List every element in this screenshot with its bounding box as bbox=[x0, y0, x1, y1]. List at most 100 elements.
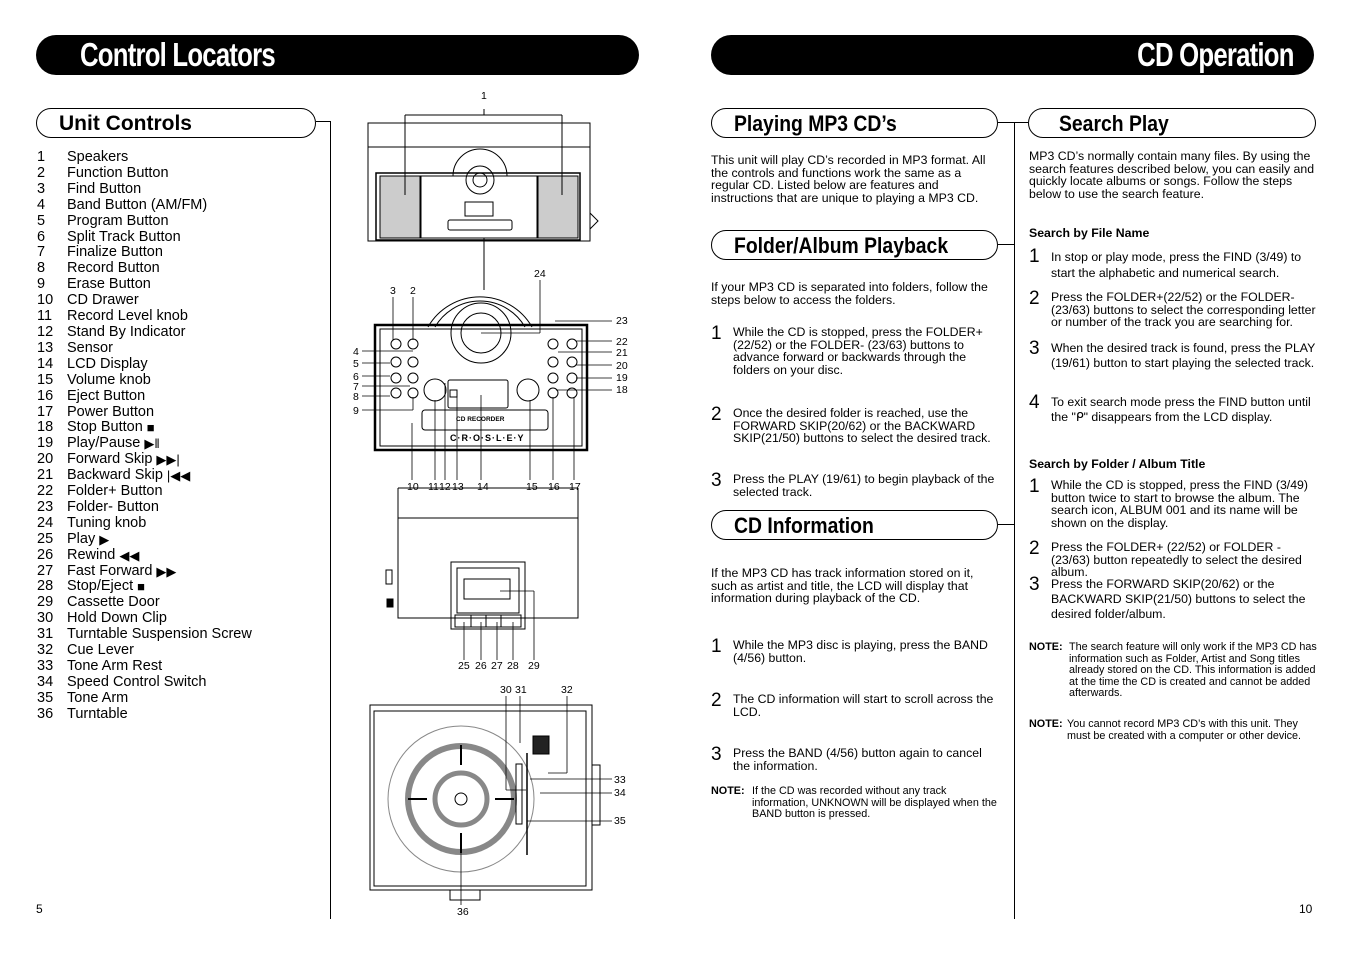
control-number: 33 bbox=[37, 658, 54, 674]
control-number: 28 bbox=[37, 578, 54, 595]
svg-text:5: 5 bbox=[353, 358, 359, 370]
control-number: 21 bbox=[37, 467, 54, 484]
folder-playback-heading: Folder/Album Playback bbox=[711, 230, 998, 260]
control-list-item: 11 Record Level knob bbox=[37, 308, 252, 325]
svg-text:14: 14 bbox=[477, 481, 489, 493]
svg-text:29: 29 bbox=[528, 660, 540, 672]
control-number: 4 bbox=[37, 196, 46, 213]
callout-1: 1 bbox=[481, 90, 487, 102]
control-list-item: 23 Folder- Button bbox=[37, 498, 252, 516]
svg-text:19: 19 bbox=[616, 372, 628, 384]
control-number: 14 bbox=[37, 355, 54, 372]
search-note: NOTE: You cannot record MP3 CD’s with th… bbox=[1029, 718, 1302, 742]
control-number: 11 bbox=[37, 308, 53, 325]
side-callouts: 25 26 27 28 29 bbox=[458, 660, 540, 672]
control-list-item: 24 Tuning knob bbox=[37, 514, 252, 532]
transport-symbol-icon: |◀◀ bbox=[166, 468, 191, 484]
file-search-step: 3 When the desired track is found, press … bbox=[1029, 338, 1316, 370]
control-label: Backward Skip bbox=[67, 467, 163, 484]
drawer-label: CD RECORDER bbox=[456, 416, 505, 423]
control-number: 5 bbox=[37, 212, 46, 229]
control-list: 1 Speakers 2 Function Button 3 Find Button 4 Ba… bbox=[37, 149, 252, 723]
transport-symbol-icon: ■ bbox=[146, 420, 155, 436]
control-list-item: 13 Sensor bbox=[37, 339, 252, 357]
banner-title: Control Locators bbox=[80, 36, 276, 73]
control-label: Band Button (AM/FM) bbox=[67, 196, 208, 213]
front-view-diagram: 1 CD RECORDER C·R·O·S·L·E·Y 32 24 232221… bbox=[353, 90, 628, 918]
control-number: 31 bbox=[37, 626, 54, 643]
folder-step: 1 While the CD is stopped, press the FOLD… bbox=[711, 323, 983, 377]
heading-connector bbox=[316, 121, 331, 122]
svg-text:13: 13 bbox=[452, 481, 464, 493]
control-number: 32 bbox=[37, 642, 54, 659]
control-label: Finalize Button bbox=[67, 244, 163, 261]
transport-symbol-icon: ▶ bbox=[99, 531, 110, 547]
control-list-item: 15 Volume knob bbox=[37, 371, 252, 389]
file-search-step: 4 To exit search mode press the FIND butt… bbox=[1029, 392, 1311, 424]
folder-search-step: 2 Press the FOLDER+ (22/52) or FOLDER - (… bbox=[1029, 538, 1302, 580]
cd-information-intro: If the MP3 CD has track information stor… bbox=[711, 566, 974, 606]
column-divider bbox=[1014, 122, 1015, 919]
section-title: Unit Controls bbox=[59, 112, 192, 135]
control-label: Stop/Eject bbox=[67, 578, 134, 595]
control-list-item: 33 Tone Arm Rest bbox=[37, 658, 252, 675]
control-list-item: 5 Program Button bbox=[37, 212, 252, 230]
control-label: Speakers bbox=[67, 149, 129, 165]
control-number: 6 bbox=[37, 228, 46, 245]
control-list-item: 21 Backward Skip |◀◀ bbox=[37, 467, 252, 484]
svg-text:25: 25 bbox=[458, 660, 470, 672]
control-number: 12 bbox=[37, 323, 54, 340]
control-number: 3 bbox=[37, 180, 46, 197]
control-label: Folder- Button bbox=[67, 498, 159, 515]
control-list-item: 3 Find Button bbox=[37, 180, 252, 198]
brand-logo: C·R·O·S·L·E·Y bbox=[450, 433, 525, 443]
control-list-item: 19 Play/Pause ▶‖ bbox=[37, 435, 252, 452]
control-number: 24 bbox=[37, 514, 54, 531]
svg-text:17: 17 bbox=[569, 481, 581, 493]
control-list-item: 7 Finalize Button bbox=[37, 245, 252, 261]
control-label: Fast Forward bbox=[67, 562, 153, 579]
control-number: 8 bbox=[37, 260, 46, 277]
svg-text:31: 31 bbox=[515, 684, 527, 696]
svg-text:27: 27 bbox=[491, 660, 503, 672]
control-number: 10 bbox=[37, 292, 54, 309]
transport-symbol-icon: ◀◀ bbox=[119, 547, 140, 563]
cd-info-step: 1 While the MP3 disc is playing, press th… bbox=[711, 636, 988, 665]
control-number: 25 bbox=[37, 530, 54, 547]
control-number: 36 bbox=[37, 705, 54, 722]
section-title: Folder/Album Playback bbox=[734, 233, 949, 258]
svg-text:34: 34 bbox=[614, 787, 626, 799]
svg-text:9: 9 bbox=[353, 405, 359, 417]
svg-text:11: 11 bbox=[428, 481, 439, 493]
cd-info-step: 2 The CD information will start to scroll… bbox=[711, 690, 994, 719]
svg-text:3: 3 bbox=[390, 285, 396, 297]
control-number: 13 bbox=[37, 339, 54, 356]
svg-text:33: 33 bbox=[614, 774, 626, 786]
svg-text:15: 15 bbox=[526, 481, 538, 493]
control-label: Hold Down Clip bbox=[67, 610, 167, 627]
cd-information-heading: CD Information bbox=[711, 510, 998, 540]
cd-info-step: 3 Press the BAND (4/56) button again to c… bbox=[711, 744, 982, 773]
control-number: 20 bbox=[37, 451, 54, 468]
control-list-item: 31 Turntable Suspension Screw bbox=[37, 626, 252, 643]
control-label: Sensor bbox=[67, 339, 113, 356]
section-title: Search Play bbox=[1059, 111, 1169, 136]
control-label: Split Track Button bbox=[67, 228, 181, 245]
control-list-item: 18 Stop Button ■ bbox=[37, 420, 252, 436]
control-list-item: 35 Tone Arm bbox=[37, 690, 252, 707]
control-label: Rewind bbox=[67, 546, 116, 563]
control-label: Speed Control Switch bbox=[67, 673, 207, 690]
control-label: Cue Lever bbox=[67, 642, 134, 659]
cd-info-note: NOTE: If the CD was recorded without any… bbox=[711, 785, 997, 820]
cd-operation-banner: CD Operation bbox=[711, 35, 1314, 75]
control-label: Tone Arm Rest bbox=[67, 658, 163, 674]
control-number: 9 bbox=[37, 276, 46, 293]
control-label: Folder+ Button bbox=[67, 483, 163, 500]
control-number: 2 bbox=[37, 164, 46, 181]
svg-text:24: 24 bbox=[534, 268, 546, 280]
svg-text:36: 36 bbox=[457, 906, 469, 918]
control-label: Volume knob bbox=[67, 371, 151, 388]
control-number: 26 bbox=[37, 546, 54, 563]
search-note: NOTE: The search feature will only work … bbox=[1029, 641, 1317, 699]
control-label: Turntable bbox=[67, 705, 128, 722]
